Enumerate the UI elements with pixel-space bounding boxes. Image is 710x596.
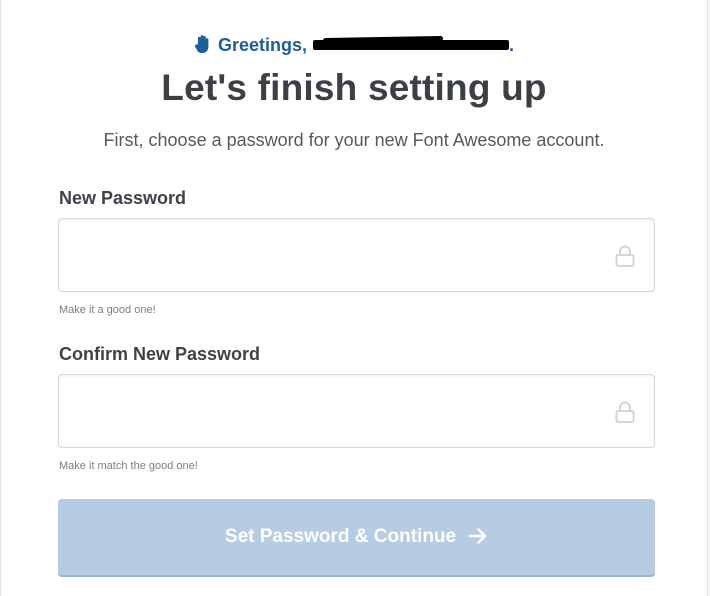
new-password-hint: Make it a good one! bbox=[59, 304, 156, 316]
new-password-field-wrapper bbox=[58, 218, 655, 292]
redacted-email bbox=[313, 40, 509, 50]
greeting-text: Greetings, bbox=[217, 35, 307, 55]
setup-card: Greetings,. Let's finish setting up Firs… bbox=[0, 0, 708, 596]
hand-wave-icon bbox=[194, 35, 209, 53]
arrow-right-icon bbox=[468, 528, 487, 544]
lock-icon bbox=[615, 401, 635, 423]
new-password-input[interactable] bbox=[59, 219, 654, 291]
new-password-label: New Password bbox=[59, 188, 187, 208]
page-subtitle: First, choose a password for your new Fo… bbox=[103, 130, 605, 150]
set-password-continue-button[interactable]: Set Password & Continue bbox=[58, 499, 655, 575]
greeting-line: Greetings,. bbox=[1, 32, 707, 58]
confirm-password-hint: Make it match the good one! bbox=[59, 460, 198, 472]
confirm-password-input[interactable] bbox=[59, 375, 654, 447]
greeting-period: . bbox=[509, 35, 515, 55]
set-password-continue-label: Set Password & Continue bbox=[224, 526, 457, 547]
confirm-password-field-wrapper bbox=[58, 374, 655, 448]
page-title: Let's finish setting up bbox=[161, 67, 547, 108]
lock-icon bbox=[615, 245, 635, 267]
confirm-password-label: Confirm New Password bbox=[59, 344, 261, 364]
